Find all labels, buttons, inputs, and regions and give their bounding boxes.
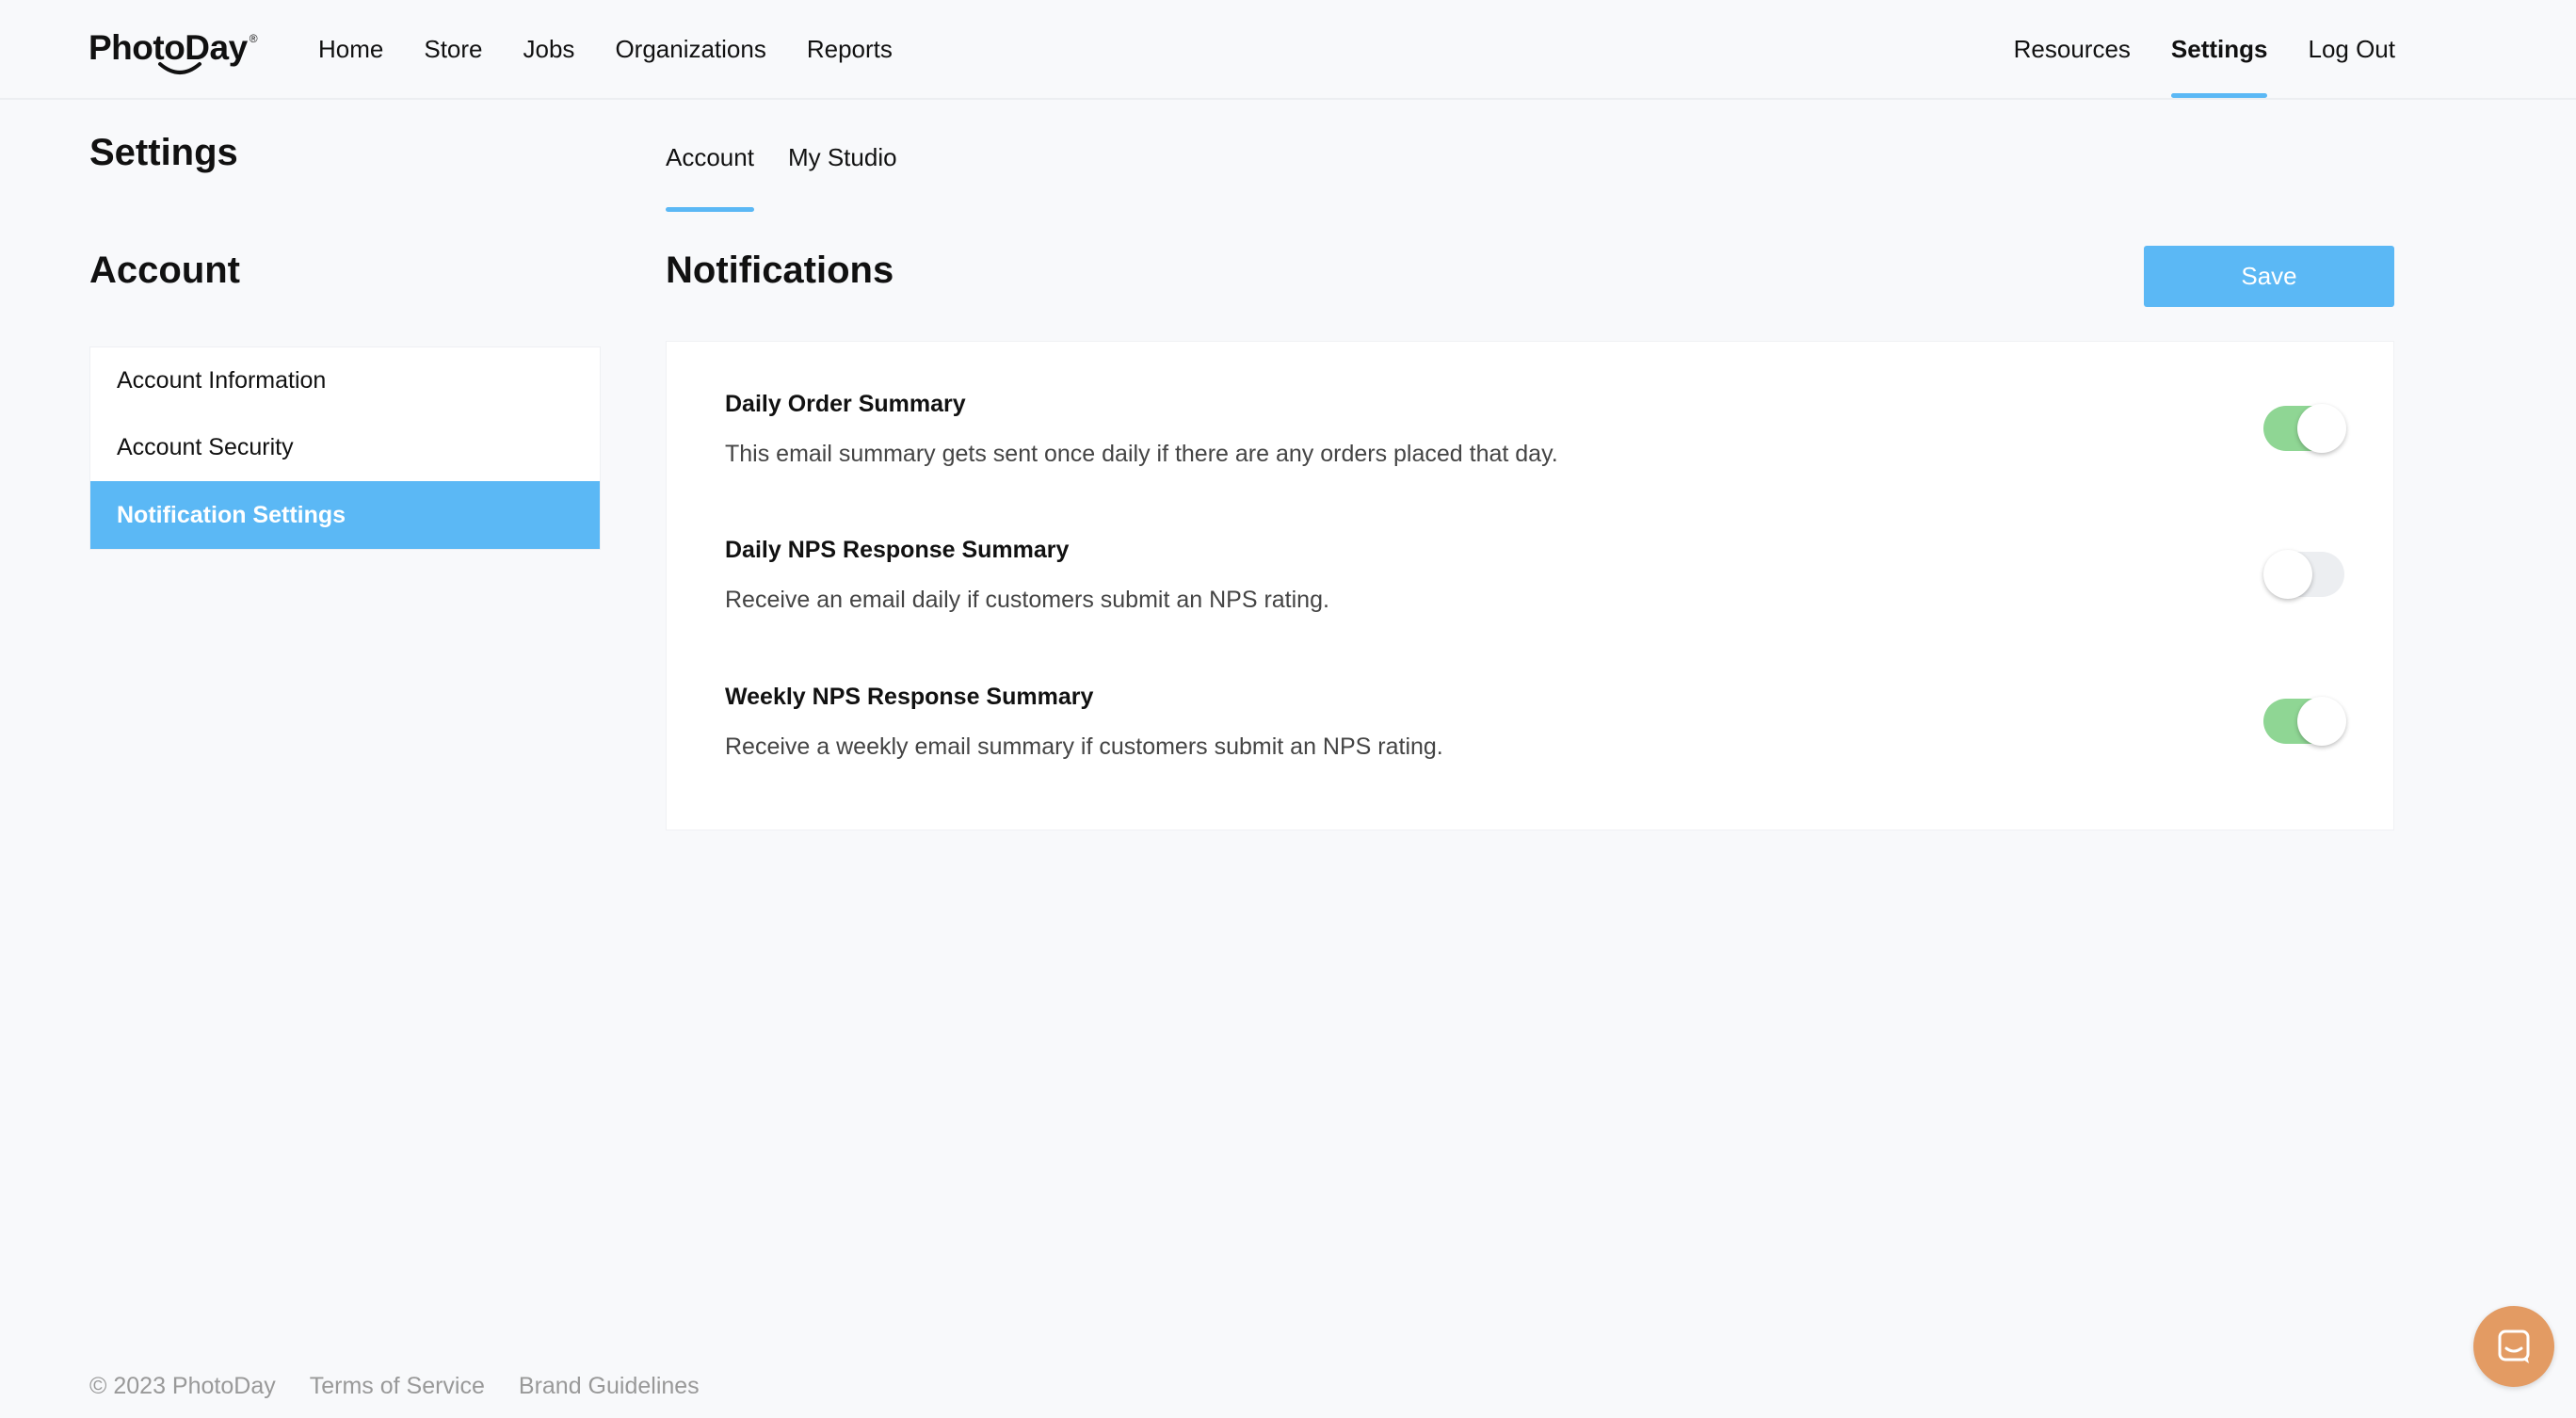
save-button[interactable]: Save: [2144, 246, 2394, 307]
toggle-knob: [2297, 697, 2346, 746]
footer-terms-link[interactable]: Terms of Service: [310, 1373, 485, 1400]
footer-brand-guidelines-link[interactable]: Brand Guidelines: [519, 1373, 700, 1400]
primary-nav: Home Store Jobs Organizations Reports: [318, 0, 933, 98]
notifications-title: Notifications: [666, 250, 894, 291]
notification-row-weekly-nps: Weekly NPS Response Summary Receive a we…: [725, 684, 2346, 787]
sidebar-section-title: Account: [89, 250, 240, 291]
notification-title: Weekly NPS Response Summary: [725, 684, 1094, 710]
tab-account[interactable]: Account: [666, 132, 754, 213]
nav-organizations[interactable]: Organizations: [615, 35, 765, 64]
notifications-card: Daily Order Summary This email summary g…: [666, 341, 2394, 830]
toggle-knob: [2297, 404, 2346, 453]
notification-description: Receive an email daily if customers subm…: [725, 587, 1329, 613]
tab-my-studio[interactable]: My Studio: [788, 132, 897, 213]
sidebar-item-account-information[interactable]: Account Information: [90, 347, 600, 414]
settings-tabs: Account My Studio: [666, 132, 931, 213]
nav-resources[interactable]: Resources: [2014, 0, 2131, 98]
daily-nps-summary-toggle[interactable]: [2263, 550, 2344, 599]
nav-home[interactable]: Home: [318, 35, 383, 64]
notification-description: This email summary gets sent once daily …: [725, 441, 1558, 467]
secondary-nav: Resources Settings Log Out: [1973, 0, 2395, 98]
top-navbar: PhotoDay ® Home Store Jobs Organizations…: [0, 0, 2576, 100]
footer-copyright: © 2023 PhotoDay: [89, 1373, 276, 1399]
toggle-knob: [2263, 550, 2312, 599]
logo-registered-mark: ®: [249, 32, 258, 45]
footer: © 2023 PhotoDay Terms of Service Brand G…: [89, 1373, 733, 1400]
nav-jobs[interactable]: Jobs: [523, 35, 575, 64]
chat-launcher-button[interactable]: [2473, 1306, 2554, 1387]
notification-title: Daily NPS Response Summary: [725, 537, 1070, 563]
daily-order-summary-toggle[interactable]: [2263, 404, 2346, 453]
notification-row-daily-order-summary: Daily Order Summary This email summary g…: [725, 391, 2346, 494]
notification-description: Receive a weekly email summary if custom…: [725, 733, 1443, 760]
weekly-nps-summary-toggle[interactable]: [2263, 697, 2346, 746]
logo-smile-icon: [158, 62, 201, 74]
photoday-logo[interactable]: PhotoDay ®: [89, 28, 258, 75]
notification-title: Daily Order Summary: [725, 391, 966, 417]
sidebar-item-notification-settings[interactable]: Notification Settings: [90, 481, 600, 549]
chat-icon: [2498, 1329, 2530, 1363]
page-title: Settings: [89, 132, 238, 173]
sidebar-menu: Account Information Account Security Not…: [89, 346, 601, 550]
sidebar-item-account-security[interactable]: Account Security: [90, 414, 600, 481]
page: PhotoDay ® Home Store Jobs Organizations…: [0, 0, 2576, 1418]
nav-log-out[interactable]: Log Out: [2308, 0, 2395, 98]
notification-row-daily-nps: Daily NPS Response Summary Receive an em…: [725, 537, 2344, 640]
nav-settings[interactable]: Settings: [2170, 0, 2267, 98]
nav-store[interactable]: Store: [424, 35, 482, 64]
nav-reports[interactable]: Reports: [807, 35, 893, 64]
